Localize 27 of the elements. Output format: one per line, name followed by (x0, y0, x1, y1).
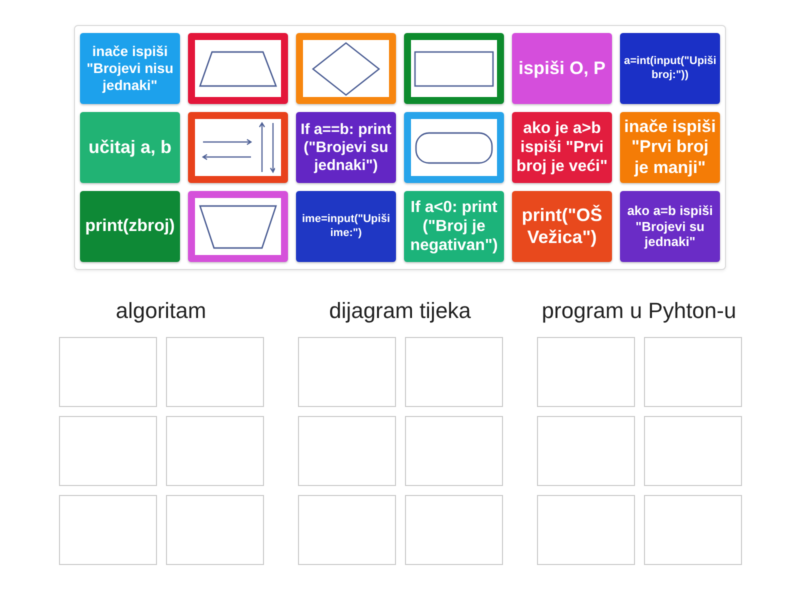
rounded-rectangle-icon (415, 132, 493, 164)
shape-card[interactable] (296, 33, 396, 104)
text-card[interactable]: učitaj a, b (80, 112, 180, 183)
text-card[interactable]: If a<0: print ("Broj je negativan") (404, 191, 504, 262)
rectangle-icon (414, 50, 494, 86)
text-card[interactable]: ako je a>b ispiši "Prvi broj je veći" (512, 112, 612, 183)
text-card[interactable]: ime=input("Upiši ime:") (296, 191, 396, 262)
group-heading: program u Pyhton-u (542, 297, 736, 325)
inverted-trapezoid-icon (199, 204, 277, 248)
text-card[interactable]: inače ispiši "Prvi broj je manji" (620, 112, 720, 183)
diamond-icon (312, 42, 380, 96)
text-card[interactable]: a=int(input("Upiši broj:")) (620, 33, 720, 104)
text-card[interactable]: ispiši O, P (512, 33, 612, 104)
shape-card[interactable] (188, 191, 288, 262)
text-card[interactable]: inače ispiši "Brojevi nisu jednaki" (80, 33, 180, 104)
text-card[interactable]: print(zbroj) (80, 191, 180, 262)
shape-card[interactable] (188, 33, 288, 104)
shape-card[interactable] (188, 112, 288, 183)
group-heading: algoritam (116, 297, 206, 325)
trapezoid-icon (199, 50, 277, 86)
shape-card[interactable] (404, 33, 504, 104)
text-card[interactable]: print("OŠ Vežica") (512, 191, 612, 262)
group-heading: dijagram tijeka (329, 297, 471, 325)
text-card[interactable]: ako a=b ispiši "Brojevi su jednaki" (620, 191, 720, 262)
text-card[interactable]: If a==b: print ("Brojevi su jednaki") (296, 112, 396, 183)
shape-card[interactable] (404, 112, 504, 183)
arrows-icon (201, 121, 275, 174)
